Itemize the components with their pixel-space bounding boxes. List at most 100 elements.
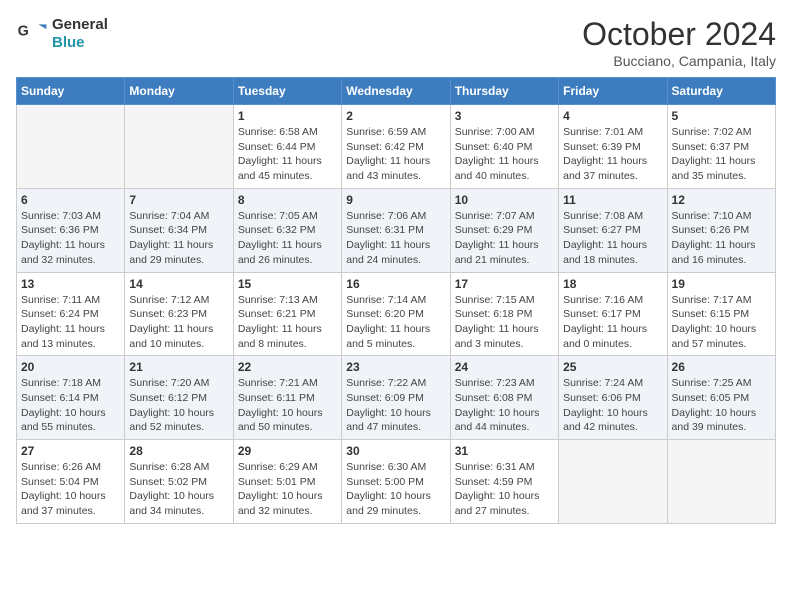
calendar-cell: 20 Sunrise: 7:18 AM Sunset: 6:14 PM Dayli… bbox=[17, 356, 125, 440]
calendar-cell bbox=[125, 105, 233, 189]
logo-line1: General bbox=[52, 16, 108, 34]
calendar-cell: 15 Sunrise: 7:13 AM Sunset: 6:21 PM Dayli… bbox=[233, 272, 341, 356]
day-number: 17 bbox=[455, 277, 554, 291]
day-number: 29 bbox=[238, 444, 337, 458]
day-info: Sunrise: 7:18 AM Sunset: 6:14 PM Dayligh… bbox=[21, 376, 120, 435]
calendar-cell: 17 Sunrise: 7:15 AM Sunset: 6:18 PM Dayli… bbox=[450, 272, 558, 356]
day-number: 30 bbox=[346, 444, 445, 458]
calendar-header-row: SundayMondayTuesdayWednesdayThursdayFrid… bbox=[17, 78, 776, 105]
day-number: 21 bbox=[129, 360, 228, 374]
calendar-cell: 18 Sunrise: 7:16 AM Sunset: 6:17 PM Dayli… bbox=[559, 272, 667, 356]
day-number: 19 bbox=[672, 277, 771, 291]
column-header-sunday: Sunday bbox=[17, 78, 125, 105]
day-info: Sunrise: 6:29 AM Sunset: 5:01 PM Dayligh… bbox=[238, 460, 337, 519]
day-number: 18 bbox=[563, 277, 662, 291]
day-info: Sunrise: 6:26 AM Sunset: 5:04 PM Dayligh… bbox=[21, 460, 120, 519]
day-info: Sunrise: 7:01 AM Sunset: 6:39 PM Dayligh… bbox=[563, 125, 662, 184]
day-number: 5 bbox=[672, 109, 771, 123]
day-info: Sunrise: 6:59 AM Sunset: 6:42 PM Dayligh… bbox=[346, 125, 445, 184]
day-number: 9 bbox=[346, 193, 445, 207]
calendar-cell: 24 Sunrise: 7:23 AM Sunset: 6:08 PM Dayli… bbox=[450, 356, 558, 440]
day-info: Sunrise: 6:31 AM Sunset: 4:59 PM Dayligh… bbox=[455, 460, 554, 519]
day-number: 26 bbox=[672, 360, 771, 374]
day-number: 11 bbox=[563, 193, 662, 207]
page-header: G General Blue October 2024 Bucciano, Ca… bbox=[16, 16, 776, 69]
calendar-cell: 23 Sunrise: 7:22 AM Sunset: 6:09 PM Dayli… bbox=[342, 356, 450, 440]
calendar-cell: 13 Sunrise: 7:11 AM Sunset: 6:24 PM Dayli… bbox=[17, 272, 125, 356]
main-title: October 2024 bbox=[582, 16, 776, 53]
day-info: Sunrise: 7:14 AM Sunset: 6:20 PM Dayligh… bbox=[346, 293, 445, 352]
day-number: 4 bbox=[563, 109, 662, 123]
calendar-cell: 25Sunrise: 7:24 AM Sunset: 6:06 PM Dayli… bbox=[559, 356, 667, 440]
day-info: Sunrise: 7:16 AM Sunset: 6:17 PM Dayligh… bbox=[563, 293, 662, 352]
day-info: Sunrise: 7:11 AM Sunset: 6:24 PM Dayligh… bbox=[21, 293, 120, 352]
calendar-cell: 10 Sunrise: 7:07 AM Sunset: 6:29 PM Dayli… bbox=[450, 188, 558, 272]
day-info: Sunrise: 7:22 AM Sunset: 6:09 PM Dayligh… bbox=[346, 376, 445, 435]
calendar-cell: 4 Sunrise: 7:01 AM Sunset: 6:39 PM Daylig… bbox=[559, 105, 667, 189]
day-info: Sunrise: 6:58 AM Sunset: 6:44 PM Dayligh… bbox=[238, 125, 337, 184]
day-number: 7 bbox=[129, 193, 228, 207]
day-info: Sunrise: 7:20 AM Sunset: 6:12 PM Dayligh… bbox=[129, 376, 228, 435]
day-number: 23 bbox=[346, 360, 445, 374]
calendar-cell: 16 Sunrise: 7:14 AM Sunset: 6:20 PM Dayli… bbox=[342, 272, 450, 356]
calendar-week-row: 20 Sunrise: 7:18 AM Sunset: 6:14 PM Dayli… bbox=[17, 356, 776, 440]
day-number: 12 bbox=[672, 193, 771, 207]
day-number: 22 bbox=[238, 360, 337, 374]
day-info: Sunrise: 7:05 AM Sunset: 6:32 PM Dayligh… bbox=[238, 209, 337, 268]
column-header-monday: Monday bbox=[125, 78, 233, 105]
day-number: 8 bbox=[238, 193, 337, 207]
calendar-cell: 21 Sunrise: 7:20 AM Sunset: 6:12 PM Dayli… bbox=[125, 356, 233, 440]
calendar-cell bbox=[667, 440, 775, 524]
day-info: Sunrise: 7:00 AM Sunset: 6:40 PM Dayligh… bbox=[455, 125, 554, 184]
calendar-cell bbox=[559, 440, 667, 524]
calendar-table: SundayMondayTuesdayWednesdayThursdayFrid… bbox=[16, 77, 776, 524]
column-header-friday: Friday bbox=[559, 78, 667, 105]
day-info: Sunrise: 7:15 AM Sunset: 6:18 PM Dayligh… bbox=[455, 293, 554, 352]
calendar-cell: 5 Sunrise: 7:02 AM Sunset: 6:37 PM Daylig… bbox=[667, 105, 775, 189]
day-number: 15 bbox=[238, 277, 337, 291]
column-header-saturday: Saturday bbox=[667, 78, 775, 105]
calendar-cell: 29 Sunrise: 6:29 AM Sunset: 5:01 PM Dayli… bbox=[233, 440, 341, 524]
calendar-cell: 12Sunrise: 7:10 AM Sunset: 6:26 PM Dayli… bbox=[667, 188, 775, 272]
day-number: 20 bbox=[21, 360, 120, 374]
calendar-cell: 31 Sunrise: 6:31 AM Sunset: 4:59 PM Dayli… bbox=[450, 440, 558, 524]
calendar-cell: 8 Sunrise: 7:05 AM Sunset: 6:32 PM Daylig… bbox=[233, 188, 341, 272]
day-number: 1 bbox=[238, 109, 337, 123]
column-header-wednesday: Wednesday bbox=[342, 78, 450, 105]
calendar-cell bbox=[17, 105, 125, 189]
day-info: Sunrise: 7:13 AM Sunset: 6:21 PM Dayligh… bbox=[238, 293, 337, 352]
calendar-cell: 28Sunrise: 6:28 AM Sunset: 5:02 PM Dayli… bbox=[125, 440, 233, 524]
day-info: Sunrise: 7:12 AM Sunset: 6:23 PM Dayligh… bbox=[129, 293, 228, 352]
day-info: Sunrise: 7:07 AM Sunset: 6:29 PM Dayligh… bbox=[455, 209, 554, 268]
calendar-cell: 3 Sunrise: 7:00 AM Sunset: 6:40 PM Daylig… bbox=[450, 105, 558, 189]
day-info: Sunrise: 6:28 AM Sunset: 5:02 PM Dayligh… bbox=[129, 460, 228, 519]
day-info: Sunrise: 7:23 AM Sunset: 6:08 PM Dayligh… bbox=[455, 376, 554, 435]
column-header-tuesday: Tuesday bbox=[233, 78, 341, 105]
day-info: Sunrise: 7:03 AM Sunset: 6:36 PM Dayligh… bbox=[21, 209, 120, 268]
day-number: 31 bbox=[455, 444, 554, 458]
day-number: 16 bbox=[346, 277, 445, 291]
logo-text: General Blue bbox=[52, 16, 108, 52]
calendar-cell: 1 Sunrise: 6:58 AM Sunset: 6:44 PM Daylig… bbox=[233, 105, 341, 189]
day-number: 10 bbox=[455, 193, 554, 207]
day-info: Sunrise: 6:30 AM Sunset: 5:00 PM Dayligh… bbox=[346, 460, 445, 519]
day-number: 3 bbox=[455, 109, 554, 123]
calendar-week-row: 27Sunrise: 6:26 AM Sunset: 5:04 PM Dayli… bbox=[17, 440, 776, 524]
day-number: 24 bbox=[455, 360, 554, 374]
column-header-thursday: Thursday bbox=[450, 78, 558, 105]
calendar-cell: 30 Sunrise: 6:30 AM Sunset: 5:00 PM Dayli… bbox=[342, 440, 450, 524]
day-info: Sunrise: 7:02 AM Sunset: 6:37 PM Dayligh… bbox=[672, 125, 771, 184]
day-info: Sunrise: 7:06 AM Sunset: 6:31 PM Dayligh… bbox=[346, 209, 445, 268]
calendar-week-row: 13 Sunrise: 7:11 AM Sunset: 6:24 PM Dayli… bbox=[17, 272, 776, 356]
title-block: October 2024 Bucciano, Campania, Italy bbox=[582, 16, 776, 69]
calendar-cell: 26Sunrise: 7:25 AM Sunset: 6:05 PM Dayli… bbox=[667, 356, 775, 440]
svg-text:G: G bbox=[18, 24, 29, 40]
day-number: 13 bbox=[21, 277, 120, 291]
calendar-cell: 6Sunrise: 7:03 AM Sunset: 6:36 PM Daylig… bbox=[17, 188, 125, 272]
calendar-cell: 22Sunrise: 7:21 AM Sunset: 6:11 PM Dayli… bbox=[233, 356, 341, 440]
calendar-cell: 9 Sunrise: 7:06 AM Sunset: 6:31 PM Daylig… bbox=[342, 188, 450, 272]
day-info: Sunrise: 7:04 AM Sunset: 6:34 PM Dayligh… bbox=[129, 209, 228, 268]
calendar-cell: 14Sunrise: 7:12 AM Sunset: 6:23 PM Dayli… bbox=[125, 272, 233, 356]
calendar-cell: 2Sunrise: 6:59 AM Sunset: 6:42 PM Daylig… bbox=[342, 105, 450, 189]
logo-line2: Blue bbox=[52, 34, 108, 52]
